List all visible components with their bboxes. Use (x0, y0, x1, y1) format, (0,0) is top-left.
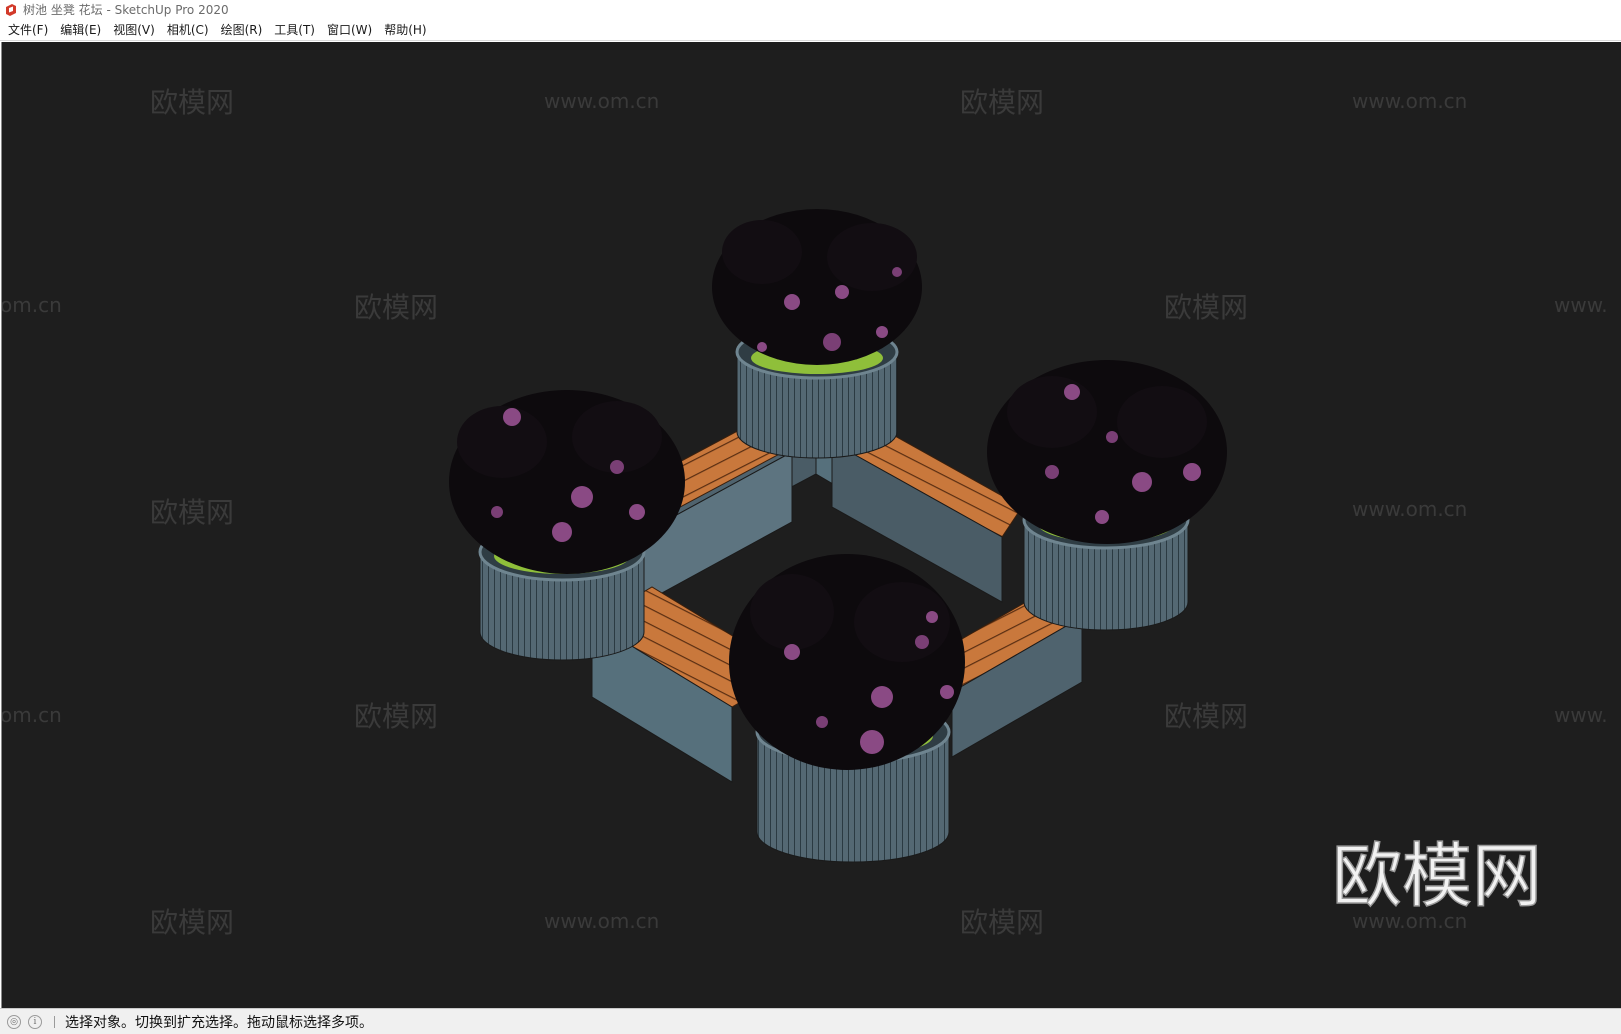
shrub-left (449, 390, 685, 574)
watermark-brand: 欧模网 (354, 291, 438, 324)
sketchup-logo-icon (6, 3, 16, 16)
watermark-url: www.om.cn (1352, 497, 1467, 521)
brand-watermark-large: 欧模网 (1332, 835, 1542, 917)
status-divider (54, 1015, 55, 1028)
watermark-url-partial: om.cn (2, 293, 62, 317)
menu-bar: 文件(F) 编辑(E) 视图(V) 相机(C) 绘图(R) 工具(T) 窗口(W… (0, 19, 1621, 41)
watermark-brand: 欧模网 (1164, 291, 1248, 324)
watermark-brand: 欧模网 (1164, 700, 1248, 733)
menu-help[interactable]: 帮助(H) (378, 20, 432, 40)
model-viewport[interactable]: 欧模网 www.om.cn 欧模网 www.om.cn om.cn 欧模网 欧模… (1, 42, 1621, 1008)
watermark-url: www.om.cn (1352, 89, 1467, 113)
info-icon[interactable]: i (28, 1014, 42, 1029)
watermark-brand: 欧模网 (354, 700, 438, 733)
watermark-url-partial: om.cn (2, 703, 62, 727)
menu-window[interactable]: 窗口(W) (321, 20, 378, 40)
shrub-top (712, 209, 922, 365)
watermark-url-partial: www. (1554, 293, 1608, 317)
status-message: 选择对象。切换到扩充选择。拖动鼠标选择多项。 (65, 1014, 373, 1031)
menu-camera[interactable]: 相机(C) (161, 20, 215, 40)
watermark-url: www.om.cn (544, 909, 659, 933)
window-title: 树池 坐凳 花坛 - SketchUp Pro 2020 (23, 3, 229, 17)
title-bar: 树池 坐凳 花坛 - SketchUp Pro 2020 (0, 0, 1621, 19)
menu-view[interactable]: 视图(V) (107, 20, 161, 40)
menu-edit[interactable]: 编辑(E) (54, 20, 107, 40)
watermark-url-partial: www. (1554, 703, 1608, 727)
watermark-brand: 欧模网 (150, 86, 234, 119)
watermark-brand: 欧模网 (960, 86, 1044, 119)
geo-location-icon[interactable]: ◎ (7, 1014, 21, 1029)
menu-draw[interactable]: 绘图(R) (215, 20, 269, 40)
watermark-brand: 欧模网 (150, 496, 234, 529)
shrub-right (987, 360, 1227, 544)
watermark-brand: 欧模网 (960, 906, 1044, 939)
menu-file[interactable]: 文件(F) (2, 20, 54, 40)
watermark-brand: 欧模网 (150, 906, 234, 939)
planter-bench-model[interactable] (449, 209, 1227, 863)
status-bar: ◎ i 选择对象。切换到扩充选择。拖动鼠标选择多项。 (0, 1008, 1621, 1034)
watermark-url: www.om.cn (544, 89, 659, 113)
scene-canvas[interactable]: 欧模网 www.om.cn 欧模网 www.om.cn om.cn 欧模网 欧模… (2, 42, 1621, 1008)
menu-tools[interactable]: 工具(T) (268, 20, 321, 40)
shrub-bottom (729, 554, 965, 770)
